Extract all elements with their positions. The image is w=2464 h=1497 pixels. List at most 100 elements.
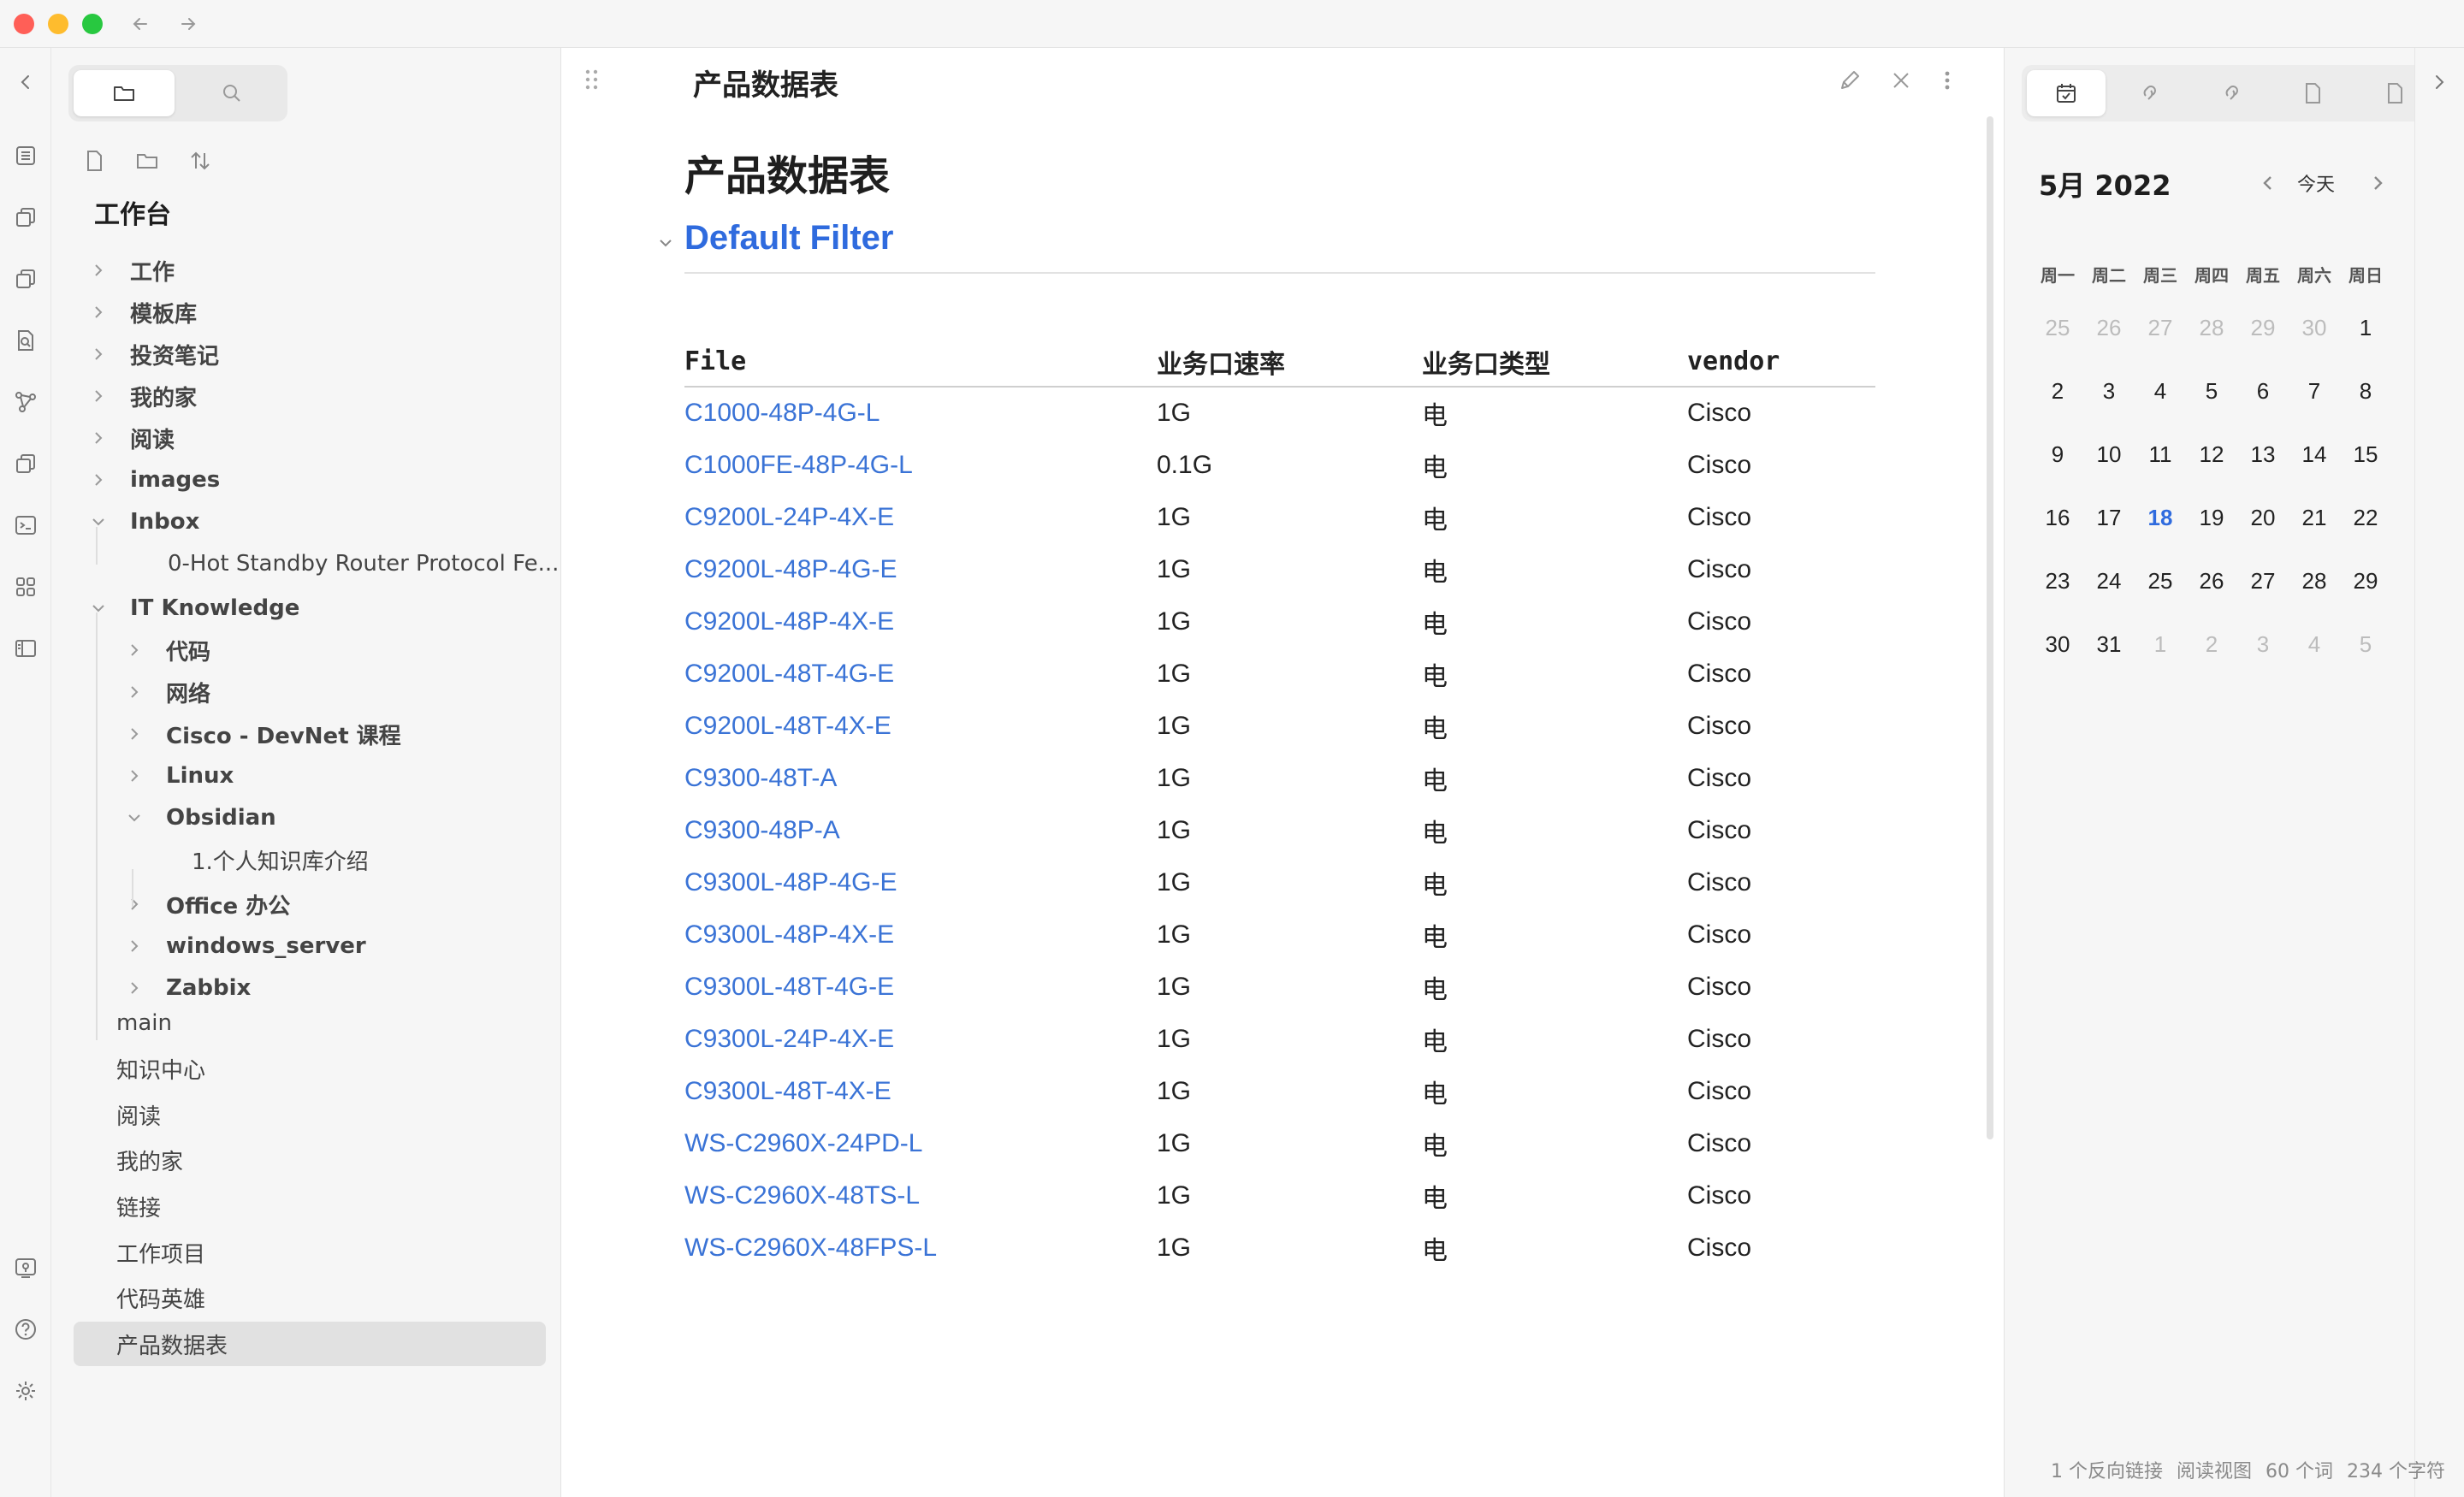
sort-icon[interactable] [183, 144, 217, 178]
column-header-type[interactable]: 业务口类型 [1422, 337, 1687, 388]
calendar-day[interactable]: 1 [2135, 631, 2186, 658]
tree-folder[interactable]: Obsidian [121, 799, 276, 837]
cell-file-link[interactable]: C1000-48P-4G-L [684, 387, 1157, 439]
calendar-day[interactable]: 26 [2186, 568, 2237, 595]
close-window-button[interactable] [14, 14, 34, 34]
cell-file-link[interactable]: C9200L-48P-4G-E [684, 543, 1157, 595]
calendar-day[interactable]: 6 [2237, 378, 2289, 405]
tree-folder[interactable]: images [86, 461, 220, 499]
tree-file[interactable]: 代码英雄 [116, 1280, 205, 1317]
cell-file-link[interactable]: C9300L-48T-4G-E [684, 961, 1157, 1013]
tree-folder[interactable]: 阅读 [86, 419, 175, 457]
calendar-day[interactable]: 14 [2289, 441, 2340, 468]
cell-file-link[interactable]: C9200L-48T-4G-E [684, 648, 1157, 700]
chevron-right-icon[interactable] [121, 768, 147, 784]
tab-backlinks[interactable] [2109, 70, 2188, 116]
cell-file-link[interactable]: WS-C2960X-24PD-L [684, 1117, 1157, 1169]
cell-file-link[interactable]: C1000FE-48P-4G-L [684, 439, 1157, 491]
tab-outgoing-links[interactable] [2191, 70, 2270, 116]
calendar-day[interactable]: 8 [2340, 378, 2391, 405]
chevron-right-icon[interactable] [121, 726, 147, 742]
calendar-day[interactable]: 16 [2032, 505, 2083, 531]
calendar-day[interactable]: 7 [2289, 378, 2340, 405]
calendar-day[interactable]: 30 [2032, 631, 2083, 658]
calendar-day[interactable]: 25 [2032, 315, 2083, 341]
tree-folder[interactable]: Linux [121, 757, 234, 795]
new-folder-icon[interactable] [130, 144, 164, 178]
cell-file-link[interactable]: WS-C2960X-48TS-L [684, 1169, 1157, 1222]
calendar-day[interactable]: 31 [2083, 631, 2135, 658]
tree-folder[interactable]: Cisco - DevNet 课程 [121, 715, 401, 753]
tree-folder[interactable]: Zabbix [121, 969, 251, 1007]
calendar-day[interactable]: 1 [2340, 315, 2391, 341]
grid-icon[interactable] [10, 571, 41, 602]
calendar-day[interactable]: 10 [2083, 441, 2135, 468]
tree-folder[interactable]: IT Knowledge [86, 589, 299, 627]
tree-folder[interactable]: 工作 [86, 251, 175, 289]
editor-scrollbar[interactable] [1987, 116, 1993, 1139]
cell-file-link[interactable]: C9300-48P-A [684, 804, 1157, 856]
calendar-day[interactable]: 30 [2289, 315, 2340, 341]
tree-file[interactable]: 我的家 [116, 1142, 183, 1180]
calendar-day[interactable]: 29 [2237, 315, 2289, 341]
tree-folder[interactable]: Inbox [86, 503, 199, 541]
new-note-icon[interactable] [77, 144, 111, 178]
tab-search[interactable] [181, 70, 282, 116]
calendar-day[interactable]: 28 [2186, 315, 2237, 341]
cell-file-link[interactable]: C9300L-24P-4X-E [684, 1013, 1157, 1065]
tab-file-info[interactable] [2273, 70, 2352, 116]
maximize-window-button[interactable] [82, 14, 103, 34]
calendar-today-button[interactable]: 今天 [2297, 169, 2335, 197]
calendar-day[interactable]: 3 [2237, 631, 2289, 658]
tab-calendar[interactable] [2027, 70, 2106, 116]
tree-folder[interactable]: 我的家 [86, 377, 197, 415]
calendar-day[interactable]: 23 [2032, 568, 2083, 595]
chevron-right-icon[interactable] [86, 346, 111, 362]
column-header-file[interactable]: File [684, 337, 1157, 388]
chevron-down-icon[interactable] [86, 601, 111, 616]
chevron-right-icon[interactable] [86, 388, 111, 404]
calendar-prev-icon[interactable] [2253, 168, 2283, 198]
collapse-right-icon[interactable] [2424, 67, 2455, 98]
status-mode[interactable]: 阅读视图 [2177, 1456, 2252, 1483]
nav-back-icon[interactable] [125, 9, 156, 39]
calendar-day[interactable]: 13 [2237, 441, 2289, 468]
tree-file[interactable]: 0-Hot Standby Router Protocol Fe... [168, 545, 559, 583]
tree-file[interactable]: 1.个人知识库介绍 [192, 841, 369, 879]
calendar-day[interactable]: 28 [2289, 568, 2340, 595]
calendar-day[interactable]: 27 [2237, 568, 2289, 595]
vault-name[interactable]: 工作台 [94, 193, 171, 231]
calendar-day[interactable]: 5 [2340, 631, 2391, 658]
tree-folder[interactable]: Office 办公 [121, 885, 290, 923]
calendar-day[interactable]: 20 [2237, 505, 2289, 531]
calendar-day[interactable]: 4 [2289, 631, 2340, 658]
calendar-day[interactable]: 11 [2135, 441, 2186, 468]
minimize-window-button[interactable] [48, 14, 68, 34]
chevron-right-icon[interactable] [121, 938, 147, 954]
tree-file[interactable]: 知识中心 [116, 1050, 205, 1088]
tree-file[interactable]: 产品数据表 [116, 1325, 228, 1363]
cell-file-link[interactable]: C9300-48T-A [684, 752, 1157, 804]
edit-pencil-icon[interactable] [1833, 63, 1867, 98]
copy-icon-2[interactable] [10, 263, 41, 294]
collapse-chevron-icon[interactable] [655, 233, 676, 257]
chevron-down-icon[interactable] [86, 514, 111, 530]
chevron-right-icon[interactable] [86, 472, 111, 488]
tab-files[interactable] [74, 70, 175, 116]
calendar-day-today[interactable]: 18 [2135, 505, 2186, 531]
nav-forward-icon[interactable] [173, 9, 204, 39]
outline-icon[interactable] [10, 140, 41, 171]
chevron-right-icon[interactable] [86, 263, 111, 278]
cell-file-link[interactable]: WS-C2960X-48FPS-L [684, 1222, 1157, 1274]
tree-file[interactable]: 工作项目 [116, 1234, 205, 1271]
tree-folder[interactable]: 模板库 [86, 293, 197, 331]
cell-file-link[interactable]: C9300L-48T-4X-E [684, 1065, 1157, 1117]
column-header-speed[interactable]: 业务口速率 [1157, 337, 1422, 388]
chevron-right-icon[interactable] [121, 684, 147, 700]
chevron-down-icon[interactable] [121, 810, 147, 825]
cell-file-link[interactable]: C9200L-48P-4X-E [684, 595, 1157, 648]
cell-file-link[interactable]: C9300L-48P-4G-E [684, 856, 1157, 908]
copy-icon-3[interactable] [10, 448, 41, 479]
calendar-day[interactable]: 9 [2032, 441, 2083, 468]
calendar-day[interactable]: 19 [2186, 505, 2237, 531]
